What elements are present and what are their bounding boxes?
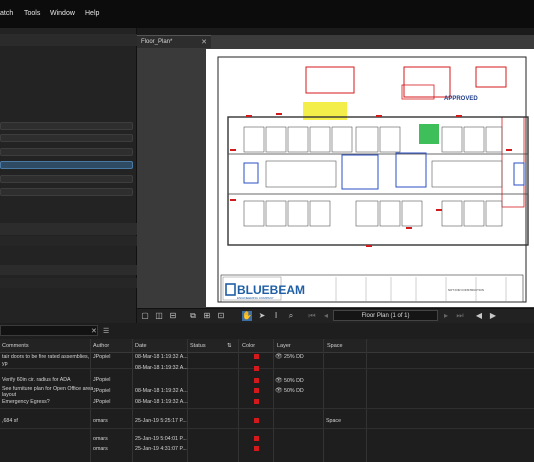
left-panel-header	[0, 34, 137, 46]
forward-icon[interactable]: ▶	[488, 311, 498, 321]
left-panel	[0, 28, 137, 323]
canvas-margin	[137, 49, 206, 307]
back-icon[interactable]: ◀	[474, 311, 484, 321]
property-field[interactable]	[0, 134, 133, 142]
property-section	[0, 278, 137, 288]
markups-filter-input[interactable]	[0, 325, 98, 336]
brand-subtitle: ENGINEERING COMPANY	[237, 296, 274, 300]
markup-comment: ,684 sf	[2, 418, 18, 424]
markup-date: 25-Jan-19 5:25:17 P...	[135, 418, 187, 424]
page-layout-icon[interactable]: ⧉	[188, 311, 198, 321]
tab-label: Floor_Plan*	[141, 39, 173, 45]
markup-author: JPopiel	[93, 388, 111, 394]
markup-date: 25-Jan-19 4:31:07 P...	[135, 446, 187, 452]
property-field[interactable]	[0, 122, 133, 130]
markup-author: JPopiel	[93, 377, 111, 383]
clear-filter-icon[interactable]: ✕	[91, 327, 97, 335]
markup-date: 25-Jan-19 5:04:01 P...	[135, 436, 187, 442]
title-block-stamp: NOT FOR CONSTRUCTION	[448, 288, 484, 292]
first-page-icon[interactable]: ⏮	[307, 311, 317, 321]
markup-space: Space	[326, 418, 342, 424]
eye-icon[interactable]: 👁	[275, 377, 283, 384]
eye-icon[interactable]: 👁	[275, 353, 283, 360]
color-swatch[interactable]	[254, 366, 259, 371]
color-swatch[interactable]	[254, 436, 259, 441]
property-section	[0, 265, 137, 275]
markup-author: omars	[93, 436, 108, 442]
menu-bar: atch Tools Window Help	[0, 0, 534, 28]
side-by-side-icon[interactable]: ⊡	[216, 311, 226, 321]
column-comments[interactable]: Comments	[2, 343, 29, 349]
pan-hand-icon[interactable]: ✋	[242, 311, 252, 321]
markup-author: JPopiel	[93, 354, 111, 360]
menu-help[interactable]: Help	[85, 10, 99, 17]
split-horizontal-icon[interactable]: ⊟	[168, 311, 178, 321]
column-status[interactable]: Status	[190, 343, 206, 349]
column-author[interactable]: Author	[93, 343, 109, 349]
menu-batch[interactable]: atch	[0, 10, 13, 17]
menu-window[interactable]: Window	[50, 10, 75, 17]
list-view-icon[interactable]: ☰	[103, 327, 109, 335]
color-swatch[interactable]	[254, 354, 259, 359]
continuous-icon[interactable]: ⊞	[202, 311, 212, 321]
property-field[interactable]	[0, 188, 133, 196]
split-vertical-icon[interactable]: ◫	[154, 311, 164, 321]
markup-date: 08-Mar-18 1:19:32 A...	[135, 399, 188, 405]
column-layer[interactable]: Layer	[277, 343, 291, 349]
select-arrow-icon[interactable]: ➤	[257, 311, 267, 321]
sort-icon[interactable]: ⇅	[227, 343, 232, 349]
markup-author: omars	[93, 446, 108, 452]
next-page-icon[interactable]: ▸	[441, 311, 451, 321]
property-section	[0, 236, 137, 246]
markup-comment-line2: yp	[2, 361, 8, 367]
property-field[interactable]	[0, 148, 133, 156]
drawing-sheet[interactable]: APPROVED BLUEBEAM ENGINEERING COMPANY NO…	[206, 49, 534, 307]
zoom-icon[interactable]: ⌕	[286, 311, 296, 321]
property-field[interactable]	[0, 175, 133, 183]
color-swatch[interactable]	[254, 399, 259, 404]
floor-plan-drawing: APPROVED BLUEBEAM ENGINEERING COMPANY NO…	[217, 56, 529, 303]
markup-layer: 50% DD	[284, 378, 304, 384]
page-navigator[interactable]: Floor Plan (1 of 1)	[333, 310, 438, 321]
color-swatch[interactable]	[254, 388, 259, 393]
column-color[interactable]: Color	[242, 343, 255, 349]
markup-layer: 50% DD	[284, 388, 304, 394]
property-section	[0, 223, 137, 235]
menu-tools[interactable]: Tools	[24, 10, 40, 17]
close-icon[interactable]: ✕	[201, 38, 207, 46]
eye-icon[interactable]: 👁	[275, 387, 283, 394]
last-page-icon[interactable]: ⏭	[455, 311, 465, 321]
markups-header: Comments Author Date Status ⇅ Color Laye…	[0, 339, 534, 353]
color-swatch[interactable]	[254, 418, 259, 423]
color-swatch[interactable]	[254, 446, 259, 451]
single-page-icon[interactable]: ▢	[140, 311, 150, 321]
property-field-selected[interactable]	[0, 161, 133, 169]
markup-author: omars	[93, 418, 108, 424]
markup-comment-line2: layout	[2, 392, 17, 398]
markup-author: JPopiel	[93, 399, 111, 405]
color-swatch[interactable]	[254, 378, 259, 383]
markup-comment: Emergency Egress?	[2, 399, 50, 405]
approved-stamp: APPROVED	[444, 96, 478, 102]
select-text-icon[interactable]: Ⅰ	[271, 311, 281, 321]
markup-layer: 25% DD	[284, 354, 304, 360]
markup-comment: Verify 60in cir. radius for ADA	[2, 377, 71, 383]
prev-page-icon[interactable]: ◂	[321, 311, 331, 321]
markup-date: 08-Mar-18 1:19:32 A...	[135, 354, 188, 360]
tab-floor-plan[interactable]: Floor_Plan* ✕	[137, 35, 211, 48]
column-date[interactable]: Date	[135, 343, 147, 349]
column-space[interactable]: Space	[327, 343, 343, 349]
markup-date: 08-Mar-18 1:19:32 A...	[135, 388, 188, 394]
brand-logo: BLUEBEAM	[237, 283, 305, 297]
markup-date: 08-Mar-18 1:19:32 A...	[135, 365, 188, 371]
markup-comment: tair doors to be fire rated assemblies,	[2, 354, 90, 360]
